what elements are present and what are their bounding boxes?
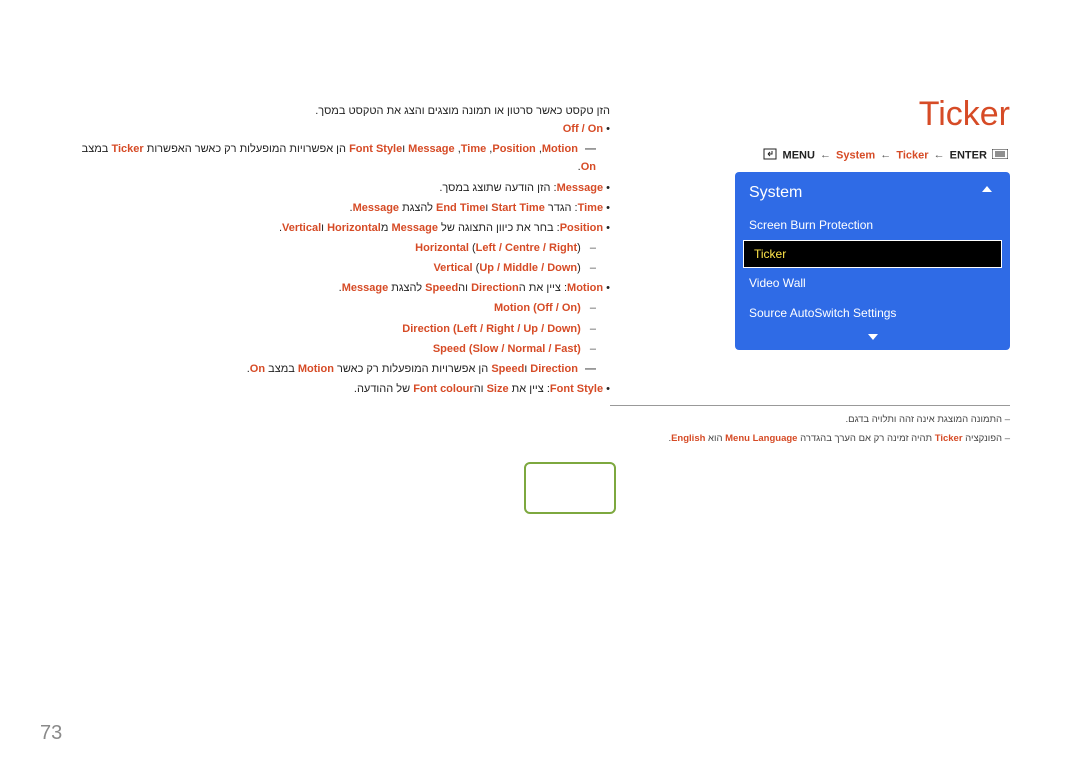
direction-label: Direction: [402, 323, 450, 335]
direction-opts: Direction (Left / Right / Up / Down): [70, 320, 610, 338]
note-2-pre: הפונקציה: [963, 433, 1003, 444]
breadcrumb-system: System: [836, 149, 875, 161]
menu-item-ticker[interactable]: Ticker: [743, 240, 1002, 268]
opt-time: Time: [461, 143, 486, 155]
intro-text: הזן טקסט כאשר סרטון או תמונה מוצגים והצג…: [70, 102, 610, 120]
start-time: Start Time: [491, 202, 545, 214]
arrow-icon: ←: [820, 149, 831, 161]
menu-item-screen-burn[interactable]: Screen Burn Protection: [735, 210, 1010, 240]
note-2-mid2: הוא: [705, 433, 725, 444]
menu-item-source-autoswitch[interactable]: Source AutoSwitch Settings: [735, 298, 1010, 328]
horizontal: Horizontal: [327, 222, 381, 234]
opt-message: Message: [408, 143, 454, 155]
speed-opts: Speed (Slow / Normal / Fast): [70, 340, 610, 358]
position-label: Position: [560, 222, 603, 234]
size-label: Size: [487, 383, 509, 395]
speed-label: Speed: [433, 343, 466, 355]
horizontal-opts: Horizontal (Left / Centre / Right): [70, 239, 610, 257]
motion-message: Message: [342, 282, 388, 294]
content-body: הזן טקסט כאשר סרטון או תמונה מוצגים והצג…: [70, 102, 610, 400]
position-message: Message: [391, 222, 437, 234]
notes: ‒ התמונה המוצגת אינה זהה ותלויה בדגם. ‒ …: [610, 405, 1010, 446]
opt-on: On: [581, 161, 596, 173]
options-note: Message ,Time ,Position ,Motion וFont St…: [70, 140, 610, 176]
position-line: Position: בחר את כיוון התצוגה של Message…: [70, 219, 610, 237]
breadcrumb: MENU ← System ← Ticker ← ENTER: [761, 148, 1010, 163]
message-line: Message: הזן הודעה שתוצג במסך.: [70, 179, 610, 197]
enter-icon: [763, 148, 777, 163]
fontstyle-line: Font Style: ציין את Size והFont colour ש…: [70, 380, 610, 398]
fontstyle-label: Font Style: [550, 383, 603, 395]
vt-label: Vertical: [433, 262, 472, 274]
system-menu-panel: System Screen Burn Protection Ticker Vid…: [735, 172, 1010, 350]
motion-onoff: Motion (Off / On): [70, 299, 610, 317]
opt-position: Position: [492, 143, 535, 155]
hz-label: Horizontal: [415, 242, 469, 254]
message-label: Message: [557, 182, 603, 194]
time-line: Time: הגדר Start Time וEnd Time להצגת Me…: [70, 199, 610, 217]
arrow-icon: ←: [880, 149, 891, 161]
menu-header-label: System: [749, 184, 802, 201]
chevron-up-icon[interactable]: [982, 186, 992, 192]
fontcolour-label: Font colour: [413, 383, 474, 395]
onoff-line: Off / On: [70, 120, 610, 138]
time-message: Message: [353, 202, 399, 214]
breadcrumb-ticker: Ticker: [896, 149, 928, 161]
time-label: Time: [578, 202, 603, 214]
off-label: Off: [563, 123, 579, 135]
sep: /: [579, 123, 588, 135]
opt-ticker: Ticker: [111, 143, 143, 155]
motion2-label: Motion: [494, 302, 530, 314]
opt-fontstyle: Font Style: [349, 143, 402, 155]
note-2-ticker: Ticker: [935, 433, 963, 444]
motion-speed: Speed: [425, 282, 458, 294]
chevron-down-icon[interactable]: [868, 334, 878, 340]
vertical-opts: Vertical (Up / Middle / Down): [70, 259, 610, 277]
motion-direction: Direction: [471, 282, 519, 294]
note-2-en: English: [671, 433, 705, 444]
note-1: התמונה המוצגת אינה זהה ותלויה בדגם.: [846, 414, 1003, 425]
note-2-mid: תהיה זמינה רק אם הערך בהגדרה: [797, 433, 934, 444]
empty-green-box: [524, 462, 616, 514]
arrow-icon: ←: [934, 149, 945, 161]
breadcrumb-menu: MENU: [783, 149, 815, 161]
opt-motion: Motion: [542, 143, 578, 155]
page-number: 73: [40, 722, 62, 745]
vertical: Vertical: [282, 222, 321, 234]
end-time: End Time: [436, 202, 485, 214]
menu-icon: [992, 149, 1008, 162]
direction-speed-note: Direction וSpeed הן אפשרויות המופעלות רק…: [70, 360, 610, 378]
motion-line: Motion: ציין את הDirection והSpeed להצגת…: [70, 279, 610, 297]
menu-item-video-wall[interactable]: Video Wall: [735, 268, 1010, 298]
motion-label: Motion: [567, 282, 603, 294]
breadcrumb-enter: ENTER: [950, 149, 987, 161]
note-2-ml: Menu Language: [725, 433, 797, 444]
page-title: Ticker: [919, 95, 1010, 134]
menu-header: System: [735, 172, 1010, 210]
on-label: On: [588, 123, 603, 135]
